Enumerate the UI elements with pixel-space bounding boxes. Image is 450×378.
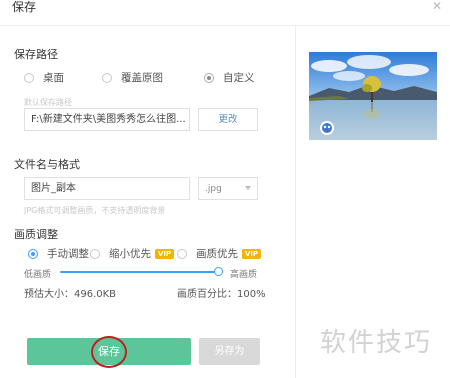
radio-size-first[interactable]: 缩小优先 VIP (90, 246, 175, 261)
vip-badge: VIP (242, 248, 262, 259)
quality-label: 画质调整 (14, 228, 58, 241)
radio-size-first-label: 缩小优先 (109, 248, 151, 260)
estimated-size: 预估大小：496.0KB (24, 289, 117, 300)
radio-desktop[interactable]: 桌面 (24, 70, 64, 85)
radio-icon (90, 248, 100, 259)
close-icon[interactable]: ✕ (432, 0, 442, 12)
change-path-button[interactable]: 更改 (198, 108, 258, 131)
low-quality-label: 低画质 (24, 270, 52, 280)
preview-image (309, 52, 437, 140)
radio-icon (24, 72, 34, 83)
format-hint: JPG格式可调整画质，不支持透明度背景 (24, 206, 166, 215)
high-quality-label: 高画质 (230, 270, 258, 280)
radio-quality-first-label: 画质优先 (196, 248, 238, 260)
watermark-text: 软件技巧 (320, 328, 433, 358)
save-path-field[interactable]: F:\新建文件夹\美图秀秀怎么往图... (24, 108, 190, 131)
radio-quality-first[interactable]: 画质优先 VIP (177, 246, 262, 261)
quality-slider-thumb[interactable] (213, 267, 223, 276)
highlight-circle (91, 336, 127, 368)
lake-tree-photo (309, 52, 437, 140)
quality-slider-track[interactable] (60, 271, 218, 273)
radio-overwrite-label: 覆盖原图 (121, 72, 163, 84)
radio-custom[interactable]: 自定义 (204, 70, 255, 85)
chevron-down-icon (245, 186, 251, 190)
filename-field[interactable]: 图片_副本 (24, 177, 190, 200)
quality-percent: 画质百分比：100% (177, 289, 266, 300)
radio-icon-selected (28, 248, 38, 259)
filename-format-label: 文件名与格式 (14, 158, 80, 171)
radio-icon-selected (204, 72, 214, 83)
format-select[interactable]: .jpg (198, 177, 258, 200)
save-as-button[interactable]: 另存为 (199, 338, 260, 365)
format-select-value: .jpg (205, 184, 222, 194)
radio-icon (102, 72, 112, 83)
default-path-hint: 默认保存路径 (24, 98, 72, 107)
dialog-titlebar: 保存 ✕ (0, 0, 450, 26)
vip-badge: VIP (155, 248, 175, 259)
radio-icon (177, 248, 187, 259)
radio-manual-label: 手动调整 (47, 248, 89, 260)
panel-divider (295, 26, 296, 378)
radio-overwrite[interactable]: 覆盖原图 (102, 70, 163, 85)
radio-manual[interactable]: 手动调整 (28, 246, 89, 261)
radio-desktop-label: 桌面 (43, 72, 64, 84)
save-path-label: 保存路径 (14, 48, 58, 61)
dialog-title: 保存 (12, 0, 37, 14)
radio-custom-label: 自定义 (223, 72, 255, 84)
